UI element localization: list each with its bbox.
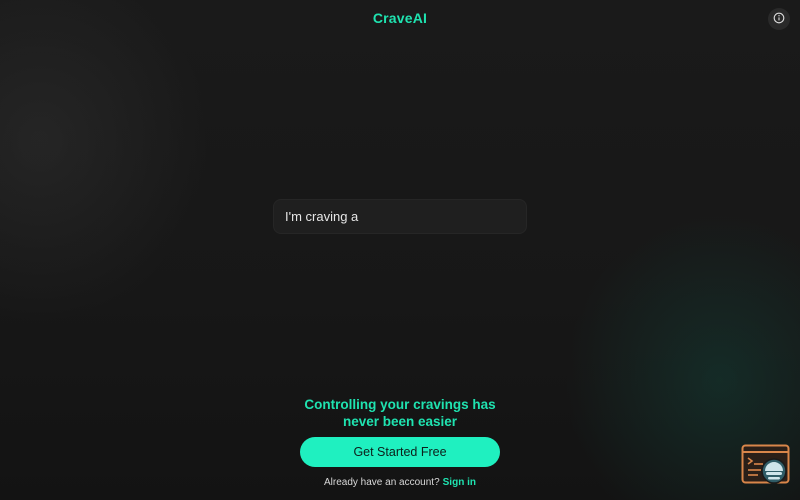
tagline: Controlling your cravings has never been… xyxy=(0,396,800,430)
tagline-line-2: never been easier xyxy=(342,414,458,429)
signin-prompt: Already have an account? xyxy=(324,477,440,488)
craving-prompt-input[interactable]: I'm craving a xyxy=(273,199,527,234)
brand-logo: CraveAI xyxy=(372,10,428,26)
signin-link[interactable]: Sign in xyxy=(443,477,476,488)
craving-prompt-text: I'm craving a xyxy=(285,209,359,224)
chat-widget-icon xyxy=(741,444,791,490)
get-started-button[interactable]: Get Started Free xyxy=(300,437,500,467)
landing-page: CraveAI I'm craving a Controlling your c… xyxy=(0,0,800,500)
tagline-line-1: Controlling your cravings has xyxy=(304,397,496,412)
chat-widget-button[interactable] xyxy=(741,444,791,486)
info-icon xyxy=(773,12,785,27)
signin-row: Already have an account? Sign in xyxy=(0,477,800,488)
info-button[interactable] xyxy=(768,8,790,30)
